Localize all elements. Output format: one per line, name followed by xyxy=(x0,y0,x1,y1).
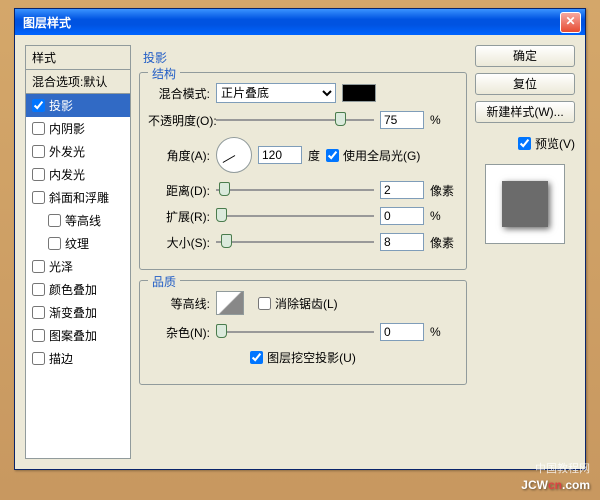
spread-input[interactable] xyxy=(380,207,424,225)
style-item-label: 图案叠加 xyxy=(49,327,97,344)
style-item-2[interactable]: 外发光 xyxy=(26,140,130,163)
spread-unit: % xyxy=(430,209,458,223)
size-unit: 像素 xyxy=(430,234,458,251)
distance-input[interactable] xyxy=(380,181,424,199)
panel-title: 投影 xyxy=(139,49,467,66)
blending-options-item[interactable]: 混合选项:默认 xyxy=(26,70,130,94)
noise-label: 杂色(N): xyxy=(148,324,210,341)
style-list: 样式 混合选项:默认 投影内阴影外发光内发光斜面和浮雕等高线纹理光泽颜色叠加渐变… xyxy=(25,45,131,459)
contour-label: 等高线: xyxy=(148,295,210,312)
style-list-header[interactable]: 样式 xyxy=(26,46,130,70)
style-item-8[interactable]: 颜色叠加 xyxy=(26,278,130,301)
style-item-checkbox[interactable] xyxy=(48,237,61,250)
style-item-label: 投影 xyxy=(49,97,73,114)
style-item-label: 内发光 xyxy=(49,166,85,183)
style-item-checkbox[interactable] xyxy=(32,145,45,158)
style-item-label: 颜色叠加 xyxy=(49,281,97,298)
blend-mode-label: 混合模式: xyxy=(148,85,210,102)
preview-box xyxy=(485,164,565,244)
style-item-3[interactable]: 内发光 xyxy=(26,163,130,186)
style-item-label: 外发光 xyxy=(49,143,85,160)
new-style-button[interactable]: 新建样式(W)... xyxy=(475,101,575,123)
blend-mode-select[interactable]: 正片叠底 xyxy=(216,83,336,103)
style-item-checkbox[interactable] xyxy=(32,191,45,204)
close-button[interactable]: ✕ xyxy=(560,12,581,33)
noise-slider[interactable] xyxy=(216,323,374,341)
anti-alias-label: 消除锯齿(L) xyxy=(275,295,338,312)
shadow-color-swatch[interactable] xyxy=(342,84,376,102)
style-item-label: 渐变叠加 xyxy=(49,304,97,321)
global-light-checkbox[interactable] xyxy=(326,149,339,162)
size-input[interactable] xyxy=(380,233,424,251)
window-title: 图层样式 xyxy=(19,14,560,31)
style-item-9[interactable]: 渐变叠加 xyxy=(26,301,130,324)
style-item-checkbox[interactable] xyxy=(48,214,61,227)
style-item-label: 光泽 xyxy=(49,258,73,275)
style-item-label: 内阴影 xyxy=(49,120,85,137)
style-item-checkbox[interactable] xyxy=(32,260,45,273)
opacity-unit: % xyxy=(430,113,458,127)
style-item-label: 等高线 xyxy=(65,212,101,229)
style-item-checkbox[interactable] xyxy=(32,352,45,365)
distance-label: 距离(D): xyxy=(148,182,210,199)
quality-group-title: 品质 xyxy=(148,273,180,290)
style-item-label: 描边 xyxy=(49,350,73,367)
style-item-0[interactable]: 投影 xyxy=(26,94,130,117)
style-item-10[interactable]: 图案叠加 xyxy=(26,324,130,347)
style-item-checkbox[interactable] xyxy=(32,306,45,319)
knockout-checkbox[interactable] xyxy=(250,351,263,364)
preview-swatch xyxy=(502,181,548,227)
ok-button[interactable]: 确定 xyxy=(475,45,575,67)
quality-group: 品质 等高线: 消除锯齿(L) 杂色(N): % xyxy=(139,280,467,385)
opacity-label: 不透明度(O): xyxy=(148,112,210,129)
distance-slider[interactable] xyxy=(216,181,374,199)
opacity-slider[interactable] xyxy=(216,111,374,129)
global-light-label: 使用全局光(G) xyxy=(343,147,420,164)
style-item-label: 纹理 xyxy=(65,235,89,252)
size-label: 大小(S): xyxy=(148,234,210,251)
distance-unit: 像素 xyxy=(430,182,458,199)
style-item-4[interactable]: 斜面和浮雕 xyxy=(26,186,130,209)
knockout-label: 图层挖空投影(U) xyxy=(267,349,356,366)
preview-checkbox[interactable] xyxy=(518,137,531,150)
right-column: 确定 复位 新建样式(W)... 预览(V) xyxy=(475,45,575,459)
noise-unit: % xyxy=(430,325,458,339)
style-item-checkbox[interactable] xyxy=(32,329,45,342)
style-item-label: 斜面和浮雕 xyxy=(49,189,109,206)
style-item-checkbox[interactable] xyxy=(32,99,45,112)
style-item-1[interactable]: 内阴影 xyxy=(26,117,130,140)
preview-label: 预览(V) xyxy=(535,135,575,152)
opacity-input[interactable] xyxy=(380,111,424,129)
anti-alias-checkbox[interactable] xyxy=(258,297,271,310)
angle-dial[interactable] xyxy=(216,137,252,173)
spread-slider[interactable] xyxy=(216,207,374,225)
style-item-6[interactable]: 纹理 xyxy=(26,232,130,255)
style-item-checkbox[interactable] xyxy=(32,168,45,181)
style-item-7[interactable]: 光泽 xyxy=(26,255,130,278)
style-item-checkbox[interactable] xyxy=(32,283,45,296)
main-panel: 投影 结构 混合模式: 正片叠底 不透明度(O): % 角度(A): xyxy=(139,45,467,459)
watermark-site: JCWcn.com xyxy=(521,473,590,494)
spread-label: 扩展(R): xyxy=(148,208,210,225)
layer-style-dialog: 图层样式 ✕ 样式 混合选项:默认 投影内阴影外发光内发光斜面和浮雕等高线纹理光… xyxy=(14,8,586,470)
angle-label: 角度(A): xyxy=(148,147,210,164)
angle-unit: 度 xyxy=(308,147,320,164)
style-item-5[interactable]: 等高线 xyxy=(26,209,130,232)
angle-input[interactable] xyxy=(258,146,302,164)
contour-picker[interactable] xyxy=(216,291,244,315)
structure-group: 结构 混合模式: 正片叠底 不透明度(O): % 角度(A): 度 xyxy=(139,72,467,270)
style-item-11[interactable]: 描边 xyxy=(26,347,130,370)
size-slider[interactable] xyxy=(216,233,374,251)
titlebar[interactable]: 图层样式 ✕ xyxy=(15,9,585,35)
structure-group-title: 结构 xyxy=(148,65,180,82)
cancel-button[interactable]: 复位 xyxy=(475,73,575,95)
style-item-checkbox[interactable] xyxy=(32,122,45,135)
noise-input[interactable] xyxy=(380,323,424,341)
